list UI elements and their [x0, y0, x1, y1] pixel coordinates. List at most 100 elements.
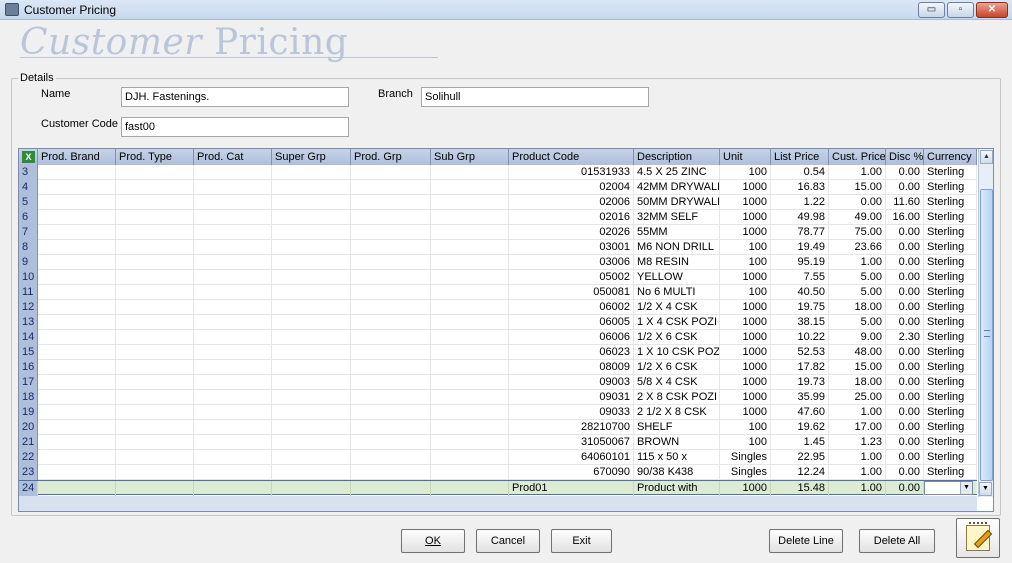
cell-sub-grp[interactable] — [431, 435, 509, 450]
cell-prod-cat[interactable] — [194, 210, 272, 225]
cell-unit[interactable]: 100 — [720, 285, 771, 300]
cell-prod-grp[interactable] — [351, 180, 431, 195]
cell-description[interactable]: 1/2 X 6 CSK — [634, 330, 720, 345]
cell-list-price[interactable]: 10.22 — [771, 330, 829, 345]
delete-all-button[interactable]: Delete All — [859, 529, 935, 553]
table-row[interactable]: 23 670090 90/38 K438 Singles 12.24 1.00 0.00 St… — [19, 465, 977, 480]
cell-cust-price[interactable]: 1.00 — [829, 450, 886, 465]
cell-prod-type[interactable] — [116, 180, 194, 195]
cell-prod-brand[interactable] — [38, 240, 116, 255]
table-row[interactable]: 11 050081 No 6 MULTI 100 40.50 5.00 0.00 Sterli… — [19, 285, 977, 300]
cell-prod-type[interactable] — [116, 240, 194, 255]
row-number[interactable]: 20 — [19, 420, 38, 435]
cell-product-code[interactable]: 03006 — [509, 255, 634, 270]
cell-list-price[interactable]: 22.95 — [771, 450, 829, 465]
cell-prod-grp[interactable] — [351, 405, 431, 420]
table-row[interactable]: 22 64060101 115 x 50 x Singles 22.95 1.00 0.00… — [19, 450, 977, 465]
cell-prod-type[interactable] — [116, 225, 194, 240]
cell-disc[interactable]: 0.00 — [886, 285, 924, 300]
cell-cust-price[interactable]: 5.00 — [829, 285, 886, 300]
cell-currency[interactable]: Sterling — [924, 225, 977, 240]
cell-super-grp[interactable] — [272, 375, 351, 390]
cell-super-grp[interactable] — [272, 225, 351, 240]
cell-unit[interactable]: 1000 — [720, 375, 771, 390]
row-number[interactable]: 8 — [19, 240, 38, 255]
cell-unit[interactable]: Singles — [720, 450, 771, 465]
cell-currency[interactable]: Sterling — [924, 360, 977, 375]
cell-currency[interactable]: Sterling — [924, 375, 977, 390]
cell-sub-grp[interactable] — [431, 315, 509, 330]
cell-unit[interactable]: 1000 — [720, 345, 771, 360]
cell-prod-grp[interactable] — [351, 240, 431, 255]
cell-unit[interactable]: 1000 — [720, 225, 771, 240]
cell-product-code[interactable]: 09003 — [509, 375, 634, 390]
cell-unit[interactable]: 1000 — [720, 405, 771, 420]
cell-product-code[interactable]: 09033 — [509, 405, 634, 420]
cell-disc[interactable]: 0.00 — [886, 435, 924, 450]
cell-disc[interactable]: 0.00 — [886, 405, 924, 420]
cell-currency[interactable]: Sterling — [924, 315, 977, 330]
cell-prod-cat[interactable] — [194, 420, 272, 435]
cell-prod-brand[interactable] — [38, 465, 116, 480]
cell-currency[interactable]: Sterling — [924, 345, 977, 360]
cell-product-code[interactable]: 06023 — [509, 345, 634, 360]
col-list-price[interactable]: List Price — [771, 149, 829, 165]
cell-sub-grp[interactable] — [431, 195, 509, 210]
cell-unit[interactable]: 1000 — [720, 481, 771, 496]
cell-prod-grp[interactable] — [351, 165, 431, 180]
scroll-up-button[interactable]: ▲ — [980, 150, 993, 164]
cell-unit[interactable]: 1000 — [720, 210, 771, 225]
cell-sub-grp[interactable] — [431, 165, 509, 180]
row-number[interactable]: 13 — [19, 315, 38, 330]
cell-prod-type[interactable] — [116, 450, 194, 465]
cell-sub-grp[interactable] — [431, 375, 509, 390]
col-disc[interactable]: Disc % — [886, 149, 924, 165]
cell-product-code[interactable]: 02004 — [509, 180, 634, 195]
table-row[interactable]: 7 02026 55MM 1000 78.77 75.00 0.00 Sterling — [19, 225, 977, 240]
cell-sub-grp[interactable] — [431, 240, 509, 255]
cell-prod-grp[interactable] — [351, 255, 431, 270]
cell-sub-grp[interactable] — [431, 225, 509, 240]
table-row[interactable]: 8 03001 M6 NON DRILL 100 19.49 23.66 0.00 Sterl… — [19, 240, 977, 255]
cell-super-grp[interactable] — [272, 195, 351, 210]
cell-list-price[interactable]: 17.82 — [771, 360, 829, 375]
cell-list-price[interactable]: 12.24 — [771, 465, 829, 480]
cell-prod-type[interactable] — [116, 360, 194, 375]
cell-super-grp[interactable] — [272, 465, 351, 480]
cell-super-grp[interactable] — [272, 165, 351, 180]
cell-disc[interactable]: 0.00 — [886, 225, 924, 240]
row-number[interactable]: 17 — [19, 375, 38, 390]
cell-super-grp[interactable] — [272, 405, 351, 420]
cell-unit[interactable]: 1000 — [720, 270, 771, 285]
col-sub-grp[interactable]: Sub Grp — [431, 149, 509, 165]
cell-currency[interactable]: Sterling — [924, 270, 977, 285]
cell-prod-cat[interactable] — [194, 255, 272, 270]
cell-prod-type[interactable] — [116, 210, 194, 225]
cell-unit[interactable]: 1000 — [720, 315, 771, 330]
cell-prod-cat[interactable] — [194, 465, 272, 480]
cell-list-price[interactable]: 19.73 — [771, 375, 829, 390]
cell-list-price[interactable]: 19.62 — [771, 420, 829, 435]
cell-currency[interactable]: Sterling — [924, 330, 977, 345]
cell-prod-brand[interactable] — [38, 225, 116, 240]
cell-description[interactable]: 42MM DRYWALL — [634, 180, 720, 195]
cell-cust-price[interactable]: 15.00 — [829, 360, 886, 375]
cell-product-code[interactable]: 05002 — [509, 270, 634, 285]
cell-sub-grp[interactable] — [431, 210, 509, 225]
cell-product-code[interactable]: 64060101 — [509, 450, 634, 465]
cell-product-code[interactable]: 02006 — [509, 195, 634, 210]
cell-product-code[interactable]: 03001 — [509, 240, 634, 255]
cell-prod-type[interactable] — [116, 435, 194, 450]
maximize-button[interactable]: ▫ — [947, 2, 974, 18]
cell-disc[interactable]: 0.00 — [886, 270, 924, 285]
cell-prod-type[interactable] — [116, 315, 194, 330]
cell-sub-grp[interactable] — [431, 390, 509, 405]
cell-disc[interactable]: 0.00 — [886, 450, 924, 465]
cell-disc[interactable]: 0.00 — [886, 180, 924, 195]
table-row[interactable]: 17 09003 5/8 X 4 CSK 1000 19.73 18.00 0.00 Ster… — [19, 375, 977, 390]
chevron-down-icon[interactable]: ▼ — [960, 482, 972, 494]
row-number[interactable]: 4 — [19, 180, 38, 195]
cell-sub-grp[interactable] — [431, 345, 509, 360]
cell-prod-type[interactable] — [116, 300, 194, 315]
row-number[interactable]: 22 — [19, 450, 38, 465]
